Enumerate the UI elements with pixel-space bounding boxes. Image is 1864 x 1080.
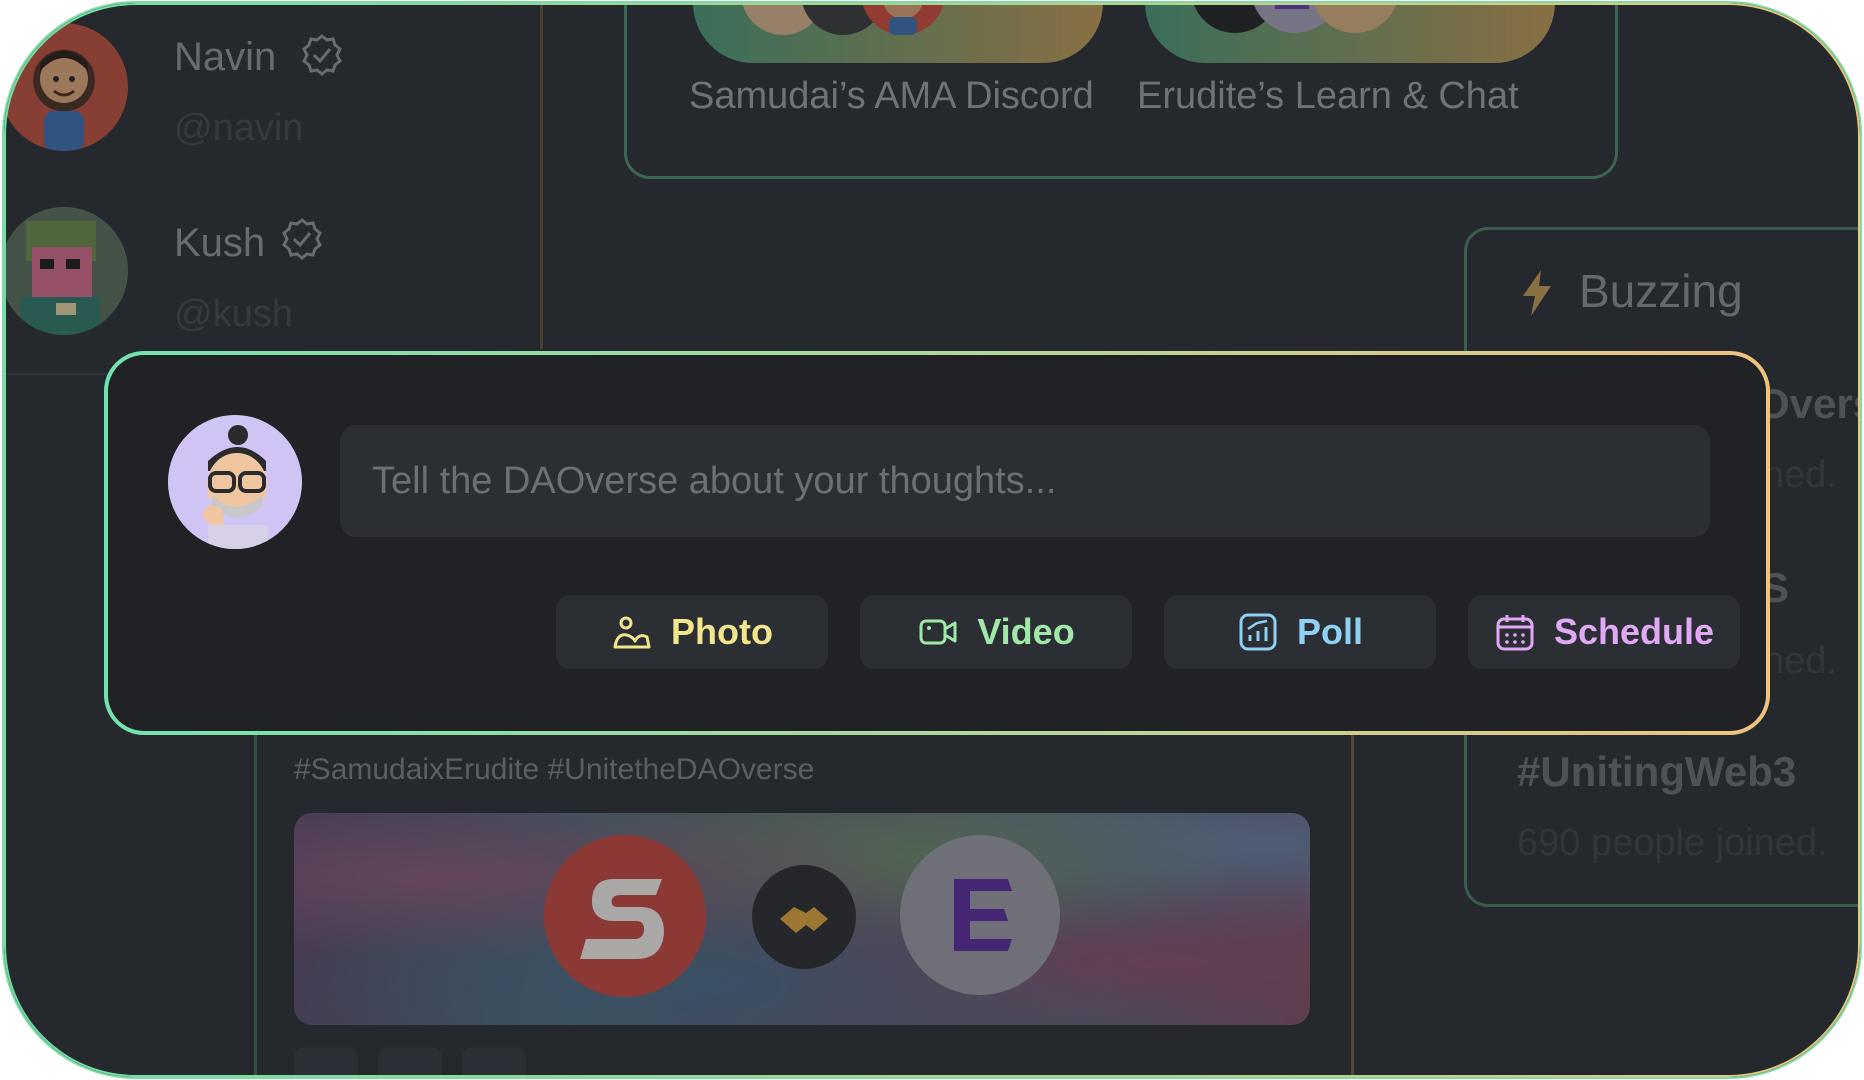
like-icon[interactable] <box>294 1047 358 1077</box>
poll-button[interactable]: Poll <box>1164 595 1436 669</box>
avatar <box>4 23 128 151</box>
user-name: Navin <box>174 35 277 79</box>
poll-button-label: Poll <box>1296 611 1363 652</box>
video-button-label: Video <box>977 611 1075 652</box>
post-input[interactable] <box>340 425 1710 537</box>
schedule-button[interactable]: Schedule <box>1468 595 1740 669</box>
erudite-logo <box>900 835 1060 995</box>
calendar-icon <box>1496 615 1534 651</box>
post-hashtags[interactable]: #SamudaixErudite #UnitetheDAOverse <box>294 753 814 787</box>
handshake-icon <box>752 865 856 969</box>
photo-button[interactable]: Photo <box>556 595 828 669</box>
samudai-logo <box>544 835 706 997</box>
video-button[interactable]: Video <box>860 595 1132 669</box>
verified-badge-icon <box>282 218 322 260</box>
user-name: Kush <box>174 221 266 265</box>
photo-button-label: Photo <box>671 611 773 652</box>
community-label[interactable]: Erudite’s Learn & Chat <box>1137 75 1519 118</box>
post-banner-image <box>294 813 1310 1025</box>
image-icon <box>613 616 651 649</box>
sidebar-divider <box>540 3 543 349</box>
verified-badge-icon <box>302 34 342 76</box>
comment-icon[interactable] <box>462 1047 526 1077</box>
avatar <box>4 207 128 335</box>
share-icon[interactable] <box>378 1047 442 1077</box>
buzzing-tag[interactable]: Overs <box>1757 380 1860 428</box>
buzzing-tag-members: ned. <box>1763 640 1837 682</box>
buzzing-tag-members: 690 people joined. <box>1517 822 1828 864</box>
chart-icon <box>1239 613 1277 651</box>
buzzing-tag[interactable]: #UnitingWeb3 <box>1517 748 1796 796</box>
lightning-bolt-icon <box>1523 270 1551 316</box>
community-avatars[interactable] <box>693 3 1103 63</box>
sidebar-user-navin[interactable]: Navin @navin <box>4 23 524 163</box>
user-handle: @kush <box>174 293 293 335</box>
buzzing-title: Buzzing <box>1579 265 1743 317</box>
post-composer: Photo Video Poll <box>104 351 1770 735</box>
user-handle: @navin <box>174 107 304 149</box>
community-avatars[interactable] <box>1145 3 1555 63</box>
video-camera-icon <box>919 619 957 645</box>
sidebar-user-kush[interactable]: Kush @kush <box>4 207 524 347</box>
avatar <box>168 415 302 549</box>
buzzing-tag-members: ned. <box>1763 454 1837 496</box>
communities-panel: Samudai’s AMA Discord Erudite’s Learn & … <box>624 3 1618 179</box>
community-label[interactable]: Samudai’s AMA Discord <box>689 75 1094 118</box>
app-frame: Navin @navin Kush @kush Samudai’s AMA Di… <box>4 3 1860 1077</box>
schedule-button-label: Schedule <box>1553 611 1715 652</box>
